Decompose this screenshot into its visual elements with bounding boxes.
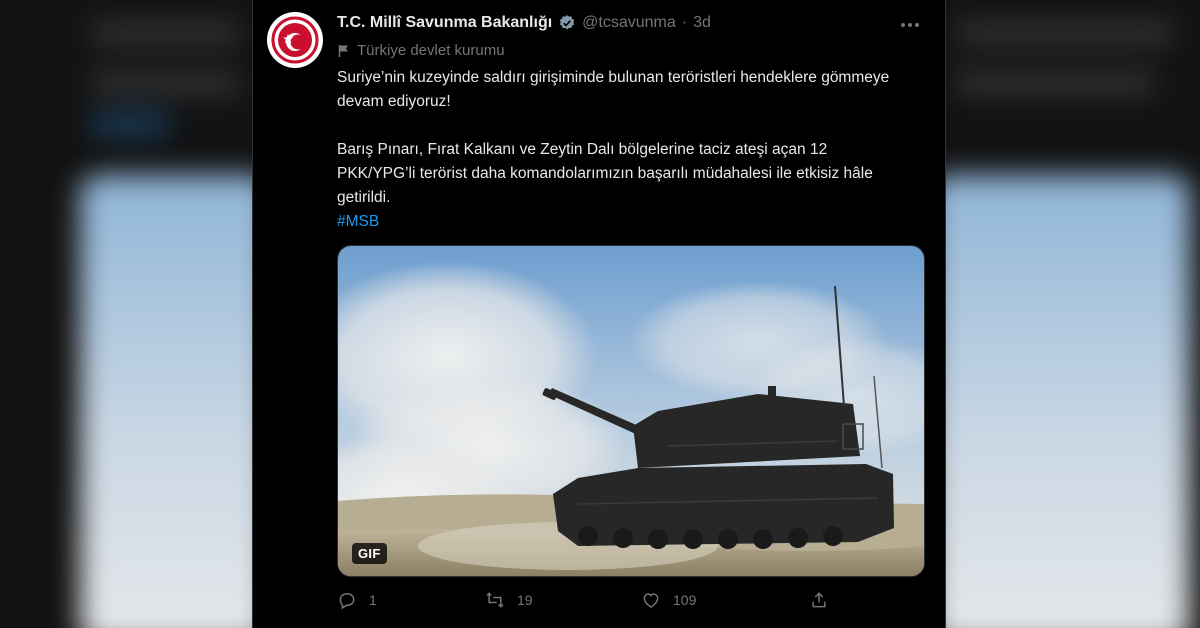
- tweet-card[interactable]: T.C. Millî Savunma Bakanlığı @tcsavunma …: [252, 0, 946, 628]
- reply-count: 1: [369, 592, 377, 608]
- affiliation-label: Türkiye devlet kurumu: [337, 42, 505, 59]
- affiliation-text: Türkiye devlet kurumu: [357, 42, 505, 59]
- more-options-icon: [901, 23, 919, 27]
- tweet-text: Suriye’nin kuzeyinde saldırı girişiminde…: [337, 66, 897, 234]
- ministry-emblem-icon: [268, 13, 322, 67]
- tweet-actions: 1 19 109: [337, 590, 897, 616]
- backdrop-text: [955, 70, 1155, 96]
- tweet-timestamp[interactable]: 3d: [693, 14, 711, 32]
- backdrop-text: [955, 20, 1175, 46]
- retweet-icon: [486, 592, 504, 608]
- tweet-paragraph-2: Barış Pınarı, Fırat Kalkanı ve Zeytin Da…: [337, 141, 873, 206]
- backdrop-image: [80, 175, 270, 628]
- more-options-button[interactable]: [897, 14, 923, 36]
- tweet-header: T.C. Millî Savunma Bakanlığı @tcsavunma …: [337, 14, 711, 32]
- separator-dot: ·: [681, 14, 688, 31]
- retweet-count: 19: [517, 592, 533, 608]
- share-icon: [812, 592, 826, 608]
- tweet-media-gif[interactable]: GIF: [337, 245, 925, 577]
- hashtag-link[interactable]: #MSB: [337, 213, 379, 230]
- like-button[interactable]: 109: [641, 590, 696, 610]
- reply-icon: [339, 592, 355, 610]
- backdrop-image: [930, 175, 1190, 628]
- reply-button[interactable]: 1: [337, 590, 377, 610]
- backdrop-text: [90, 20, 240, 46]
- like-icon: [643, 593, 659, 608]
- display-name[interactable]: T.C. Millî Savunma Bakanlığı: [337, 14, 552, 32]
- like-count: 109: [673, 592, 697, 608]
- howitzer-firing-image: [338, 246, 924, 576]
- backdrop-link: [90, 112, 170, 136]
- share-button[interactable]: [809, 590, 829, 610]
- avatar[interactable]: [267, 12, 323, 68]
- user-handle[interactable]: @tcsavunma: [582, 14, 676, 32]
- verified-badge-icon: [558, 14, 576, 32]
- gif-badge: GIF: [352, 543, 387, 564]
- tweet-paragraph-1: Suriye’nin kuzeyinde saldırı girişiminde…: [337, 69, 890, 110]
- retweet-button[interactable]: 19: [485, 590, 533, 610]
- backdrop-text: [90, 70, 240, 96]
- flag-icon: [337, 44, 351, 58]
